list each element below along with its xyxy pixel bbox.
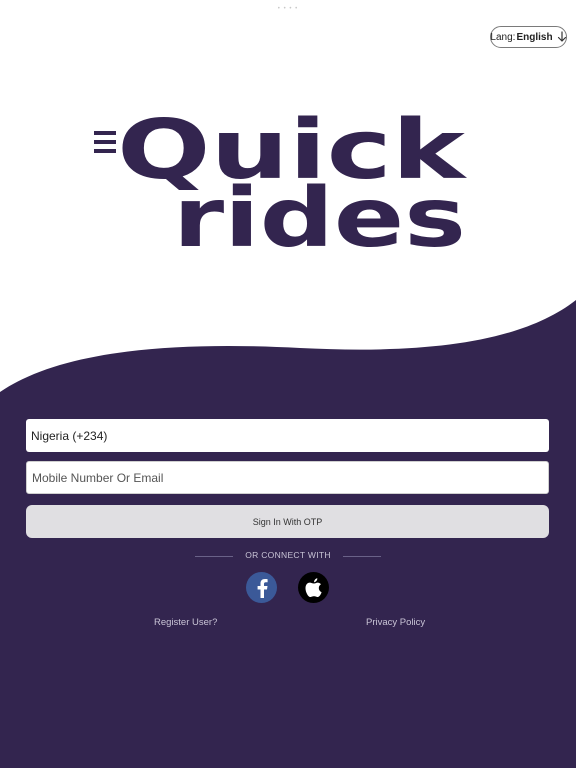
status-indicator: • • • • xyxy=(277,6,299,12)
sign-in-otp-button[interactable]: Sign In With OTP xyxy=(26,505,549,538)
speed-lines xyxy=(94,131,116,153)
language-value: English xyxy=(516,31,553,43)
facebook-login-button[interactable] xyxy=(246,572,277,603)
mobile-email-input[interactable] xyxy=(32,470,548,485)
apple-login-button[interactable] xyxy=(298,572,329,603)
logo-text-rides: rides xyxy=(173,171,466,260)
apple-icon xyxy=(305,577,322,597)
connect-label: OR CONNECT WITH xyxy=(245,550,331,560)
arrow-down-icon xyxy=(557,31,567,43)
country-value: Nigeria (+234) xyxy=(31,428,108,443)
privacy-policy-link[interactable]: Privacy Policy xyxy=(366,617,425,628)
register-user-link[interactable]: Register User? xyxy=(154,617,217,628)
mobile-email-field-container[interactable] xyxy=(26,461,549,494)
app-logo: Quick rides xyxy=(94,110,468,260)
divider-right xyxy=(343,556,381,557)
language-selector[interactable]: Lang: English xyxy=(490,26,567,48)
country-select[interactable]: Nigeria (+234) xyxy=(26,419,549,452)
language-prefix: Lang: xyxy=(490,31,516,43)
facebook-icon xyxy=(257,578,268,598)
